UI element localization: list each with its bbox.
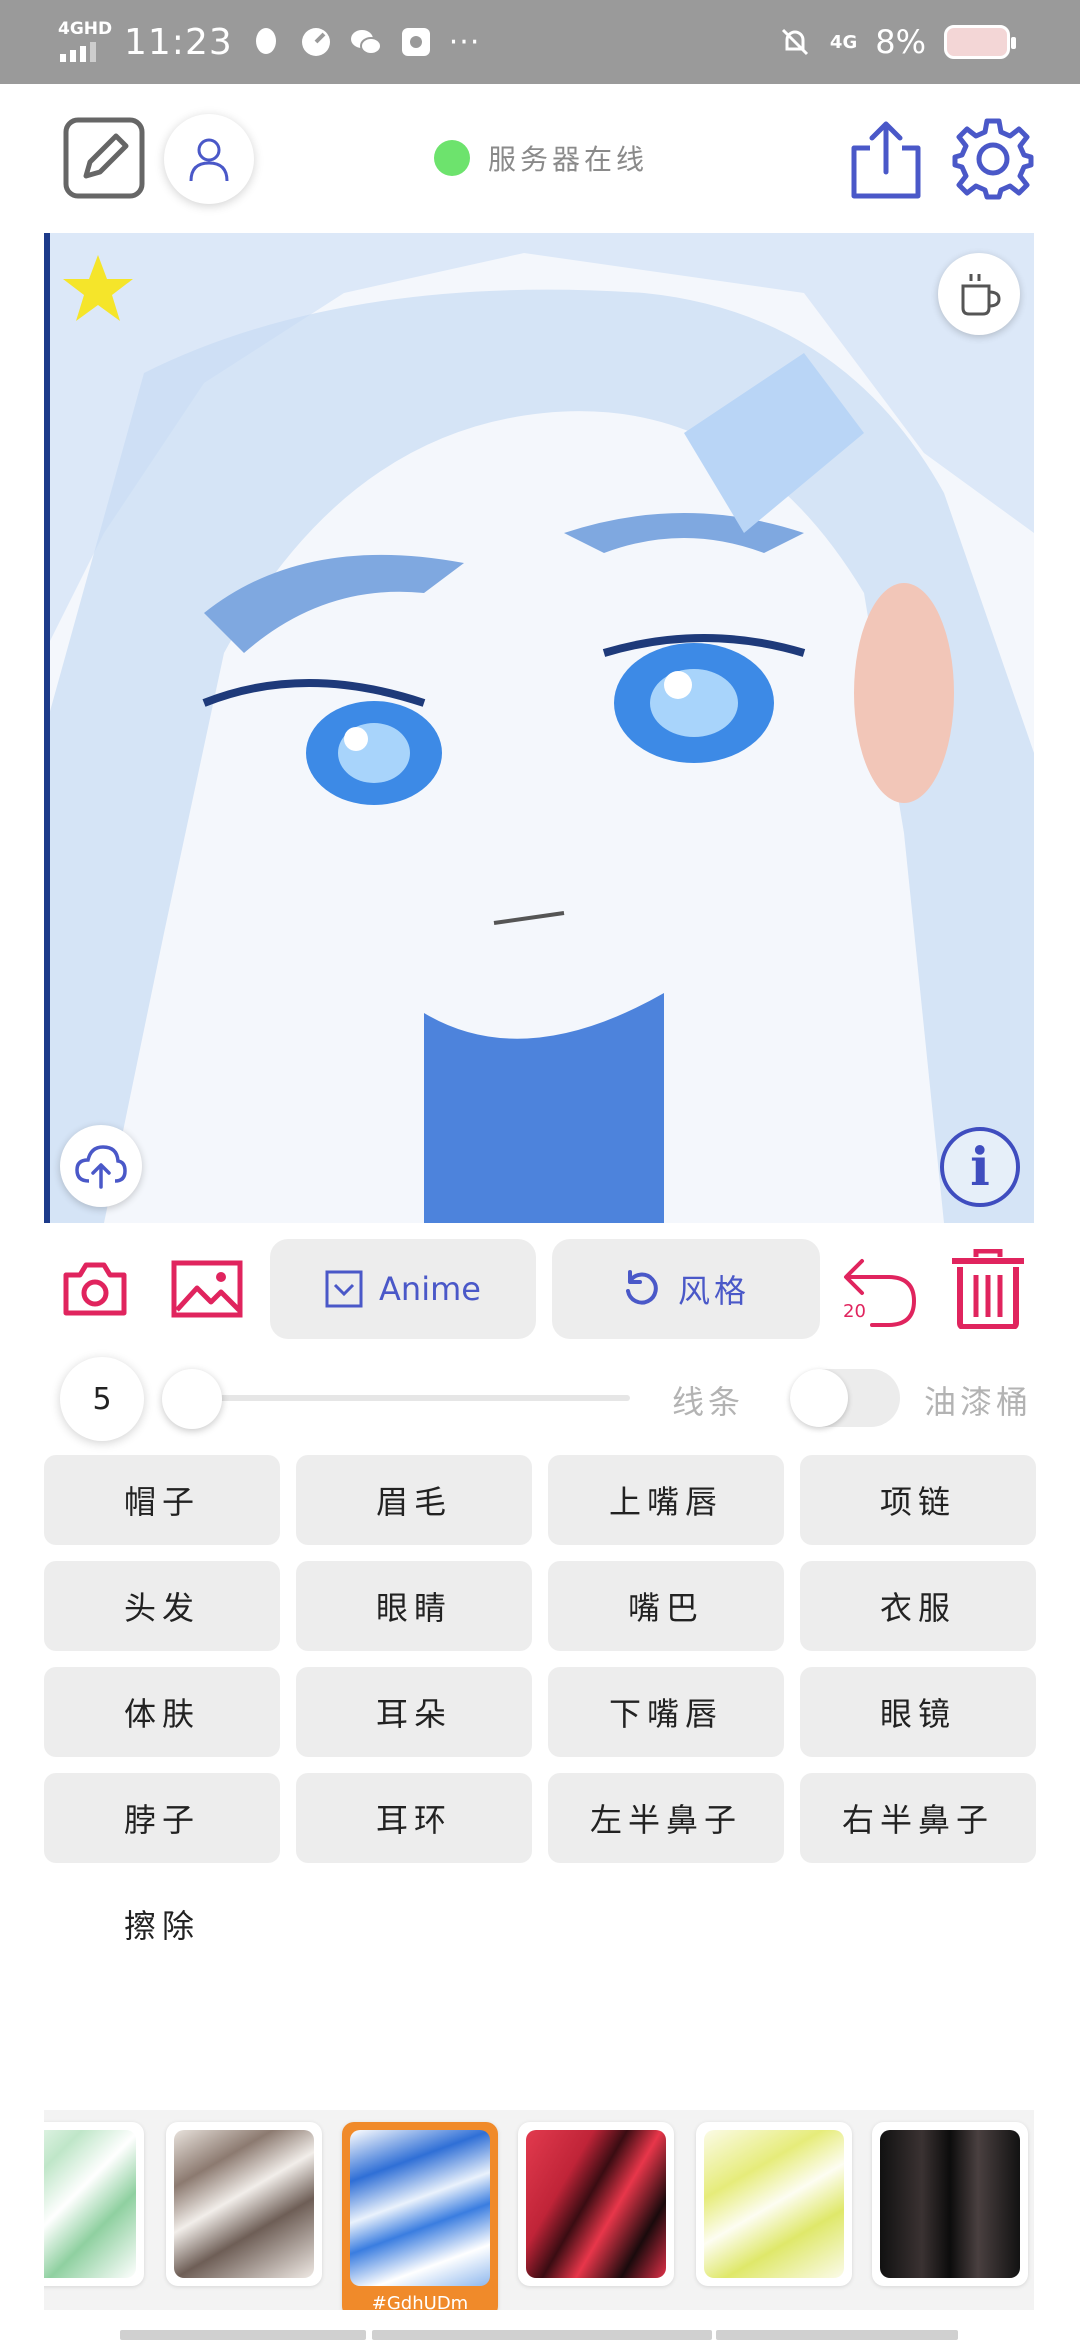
style-thumbnail[interactable] [872, 2122, 1028, 2286]
delete-button[interactable] [948, 1249, 1028, 1329]
gear-icon [952, 118, 1034, 200]
label-upper-lip-button[interactable]: 上嘴唇 [548, 1455, 784, 1545]
battery-icon [944, 25, 1016, 59]
style-thumbnail[interactable] [166, 2122, 322, 2286]
label-left-nose-button[interactable]: 左半鼻子 [548, 1773, 784, 1863]
share-icon [851, 121, 921, 199]
brush-row: 5 线条 油漆桶 [0, 1355, 1080, 1441]
wechat-icon [350, 30, 382, 55]
label-hair-button[interactable]: 头发 [44, 1561, 280, 1651]
gallery-button[interactable] [170, 1259, 244, 1319]
game-icon [401, 28, 430, 56]
battery-percent: 8% [875, 23, 926, 61]
qq-icon [255, 28, 276, 54]
label-right-nose-button[interactable]: 右半鼻子 [800, 1773, 1036, 1863]
label-mouth-button[interactable]: 嘴巴 [548, 1561, 784, 1651]
bottom-scroll-indicators [0, 2330, 1080, 2340]
clock: 11:23 [124, 21, 233, 63]
network-label: 4GHD [58, 19, 113, 39]
label-hat-button[interactable]: 帽子 [44, 1455, 280, 1545]
favorite-star-icon[interactable] [60, 251, 136, 327]
style-thumbnail-strip[interactable]: #GdhUDm [44, 2110, 1034, 2310]
share-button[interactable] [846, 118, 926, 200]
settings-button[interactable] [950, 116, 1036, 202]
server-status-dot [434, 140, 470, 176]
anime-mode-button[interactable]: Anime [270, 1239, 536, 1339]
label-eyebrows-button[interactable]: 眉毛 [296, 1455, 532, 1545]
trash-icon [952, 1249, 1024, 1329]
brush-size-value: 5 [60, 1357, 144, 1441]
camera-button[interactable] [60, 1259, 130, 1319]
label-neck-button[interactable]: 脖子 [44, 1773, 280, 1863]
label-necklace-button[interactable]: 项链 [800, 1455, 1036, 1545]
undo-count: 20 [843, 1301, 866, 1322]
info-icon: i [970, 1136, 990, 1198]
style-button[interactable]: 风格 [552, 1239, 820, 1339]
erase-button[interactable]: 擦除 [44, 1879, 280, 1969]
lines-label: 线条 [672, 1383, 745, 1421]
info-button[interactable]: i [940, 1127, 1020, 1207]
paint-bucket-toggle[interactable] [790, 1369, 900, 1427]
status-right: 4G 8% [778, 18, 1016, 66]
style-code: #GdhUDm [371, 2293, 469, 2310]
speed-icon [301, 28, 330, 56]
user-icon [189, 138, 229, 182]
anime-artwork [44, 233, 1034, 1223]
refresh-icon [625, 1270, 658, 1305]
brush-size-slider-thumb[interactable] [162, 1369, 222, 1429]
brush-size-slider[interactable] [190, 1395, 630, 1401]
more-notifications: ··· [448, 24, 481, 60]
upload-button[interactable] [60, 1125, 142, 1207]
label-eyes-button[interactable]: 眼睛 [296, 1561, 532, 1651]
segment-label-grid: 帽子 眉毛 上嘴唇 项链 头发 眼睛 嘴巴 衣服 体肤 耳朵 下嘴唇 眼镜 脖子… [44, 1455, 1036, 1969]
paint-bucket-label: 油漆桶 [924, 1383, 1033, 1421]
label-glasses-button[interactable]: 眼镜 [800, 1667, 1036, 1757]
status-left: 4GHD 11:23 ··· [58, 18, 480, 66]
drawing-canvas[interactable]: i [44, 233, 1034, 1223]
server-status-text: 服务器在线 [488, 143, 649, 176]
anime-mode-label: Anime [379, 1270, 481, 1308]
image-icon [171, 1260, 243, 1318]
cloud-upload-icon [75, 1145, 127, 1189]
network-right-label: 4G [829, 31, 858, 53]
label-lower-lip-button[interactable]: 下嘴唇 [548, 1667, 784, 1757]
tool-row: Anime 风格 20 [0, 1237, 1080, 1341]
coffee-button[interactable] [938, 253, 1020, 335]
style-label: 风格 [677, 1272, 750, 1310]
label-ears-button[interactable]: 耳朵 [296, 1667, 532, 1757]
label-clothes-button[interactable]: 衣服 [800, 1561, 1036, 1651]
mute-bell-icon [781, 28, 808, 56]
edit-button[interactable] [62, 116, 146, 200]
user-button[interactable] [164, 114, 254, 204]
camera-icon [63, 1262, 127, 1316]
style-thumbnail[interactable] [696, 2122, 852, 2286]
style-thumbnail-selected[interactable]: #GdhUDm [342, 2122, 498, 2310]
top-bar: 服务器在线 [0, 84, 1080, 234]
server-status: 服务器在线 [434, 138, 648, 178]
edit-icon [63, 117, 145, 199]
label-skin-button[interactable]: 体肤 [44, 1667, 280, 1757]
signal-icon: 4GHD [58, 20, 112, 64]
toggle-knob [790, 1369, 848, 1427]
coffee-cup-icon [961, 274, 1001, 316]
checkbox-icon [325, 1270, 363, 1308]
style-thumbnail[interactable] [44, 2122, 144, 2286]
label-earrings-button[interactable]: 耳环 [296, 1773, 532, 1863]
style-thumbnail[interactable] [518, 2122, 674, 2286]
status-bar: 4GHD 11:23 ··· 4G 8% [0, 0, 1080, 84]
